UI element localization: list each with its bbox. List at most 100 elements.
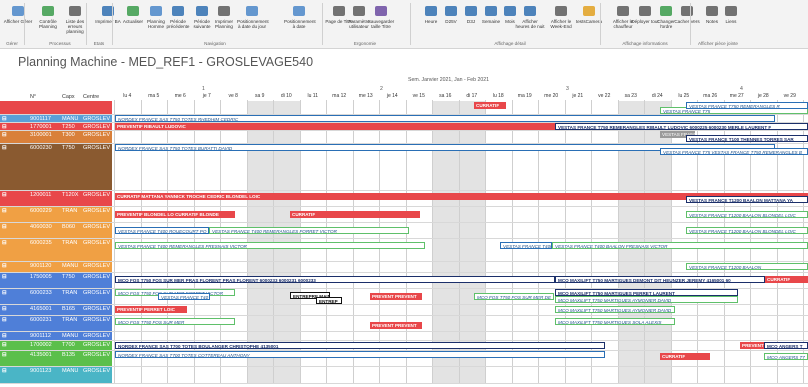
planning-bar[interactable]: MCO MAXILIFT T750 MARTIGUES AYMONIER DAV…: [555, 296, 738, 303]
expand-toggle-icon[interactable]: ⊟: [2, 306, 7, 312]
resource-center: GROSLEV: [83, 306, 111, 312]
planning-bar[interactable]: MCO FOS T750 FOS SUR MER PRAS FLORENT PR…: [115, 276, 555, 283]
resource-label[interactable]: ⊟ 4165001 B165 GROSLEV: [0, 305, 112, 315]
resource-label[interactable]: ⊟ 6000229 TRAN GROSLEV: [0, 207, 112, 222]
resource-label[interactable]: ⊟ 9001120 MANU GROSLEV: [0, 262, 112, 272]
resource-label[interactable]: ⊟ 9001117 MANU GROSLEV: [0, 115, 112, 122]
planning-bar[interactable]: VESTAS FRANCE T1200 BAALON BLONDEL LOIC: [686, 227, 808, 234]
planning-bar[interactable]: PREVENT PREVENT: [370, 322, 422, 329]
planning-bar[interactable]: MCO MAXILIFT T750 MARTIGUES DEMONT DIT H…: [555, 276, 765, 283]
resource-label[interactable]: ⊟ 9001123 MANU GROSLEV: [0, 367, 112, 383]
resource-label[interactable]: ⊟ 6000235 TRAN GROSLEV: [0, 239, 112, 261]
planning-bar[interactable]: NORDEX FRANCE SAS T750 TOTES RHEDHIM CED…: [115, 115, 775, 122]
planning-bar[interactable]: VESTAS FRANCE T40: [158, 293, 210, 300]
expand-toggle-icon[interactable]: ⊟: [2, 317, 7, 323]
planning-bar[interactable]: NORDEX FRANCE SAS T700 TOTES BOULANGER C…: [115, 342, 605, 349]
planning-bar[interactable]: CURRATIF: [290, 211, 420, 218]
hide-icon: [679, 4, 695, 18]
resource-label[interactable]: ⊟ 6000230 T750 GROSLEV: [0, 144, 112, 190]
planning-bar[interactable]: NORDEX FRANCE SAS T700 TOTES COTTEREAU A…: [115, 351, 605, 358]
ribbon-button-0[interactable]: Afficher Gérer: [3, 2, 33, 40]
expand-toggle-icon[interactable]: ⊟: [2, 352, 7, 358]
planning-bar[interactable]: VESTAS FRANCE T400 ROUECOURT PO: [115, 227, 209, 234]
ribbon-button-20[interactable]: Afficher le Week-End: [546, 2, 576, 40]
resource-label[interactable]: ⊟ 1700002 T700 GROSLEV: [0, 341, 112, 350]
planning-bar[interactable]: VESTAS FRANCE T1200 BAALON BLONDEL LOIC: [686, 211, 808, 218]
expand-toggle-icon[interactable]: ⊟: [2, 145, 7, 151]
planning-bar[interactable]: VESTAS FRANCE T400 REMER: [500, 242, 552, 249]
day-header: ve 22: [598, 93, 611, 99]
expand-toggle-icon[interactable]: ⊟: [2, 274, 7, 280]
expand-toggle-icon[interactable]: ⊟: [2, 208, 7, 214]
resource-label[interactable]: ⊟ 4135001 B135 GROSLEV: [0, 351, 112, 366]
resource-center: GROSLEV: [83, 290, 111, 296]
resource-label[interactable]: ⊟ 1750005 T750 GROSLEV: [0, 273, 112, 288]
resource-center: GROSLEV: [83, 274, 111, 280]
resource-label[interactable]: ⊟ 3100001 T300 GROSLEV: [0, 131, 112, 143]
ribbon-button-1[interactable]: Contrôle Planning: [33, 2, 63, 40]
expand-toggle-icon[interactable]: ⊟: [2, 192, 7, 198]
day-header: ve 8: [228, 93, 238, 99]
planning-bar[interactable]: ENTREP: [316, 297, 342, 304]
planning-bar[interactable]: MCO FOS T750 FOS SUR MER DE: [474, 293, 554, 300]
planning-bar[interactable]: VESTAS FRANCE T400 REMERANGLES FORRET VI…: [209, 227, 409, 234]
day-header: ma 26: [703, 93, 718, 99]
resource-label[interactable]: ⊟ 1200011 T120X GROSLEV: [0, 191, 112, 206]
expand-toggle-icon[interactable]: ⊟: [2, 224, 7, 230]
planning-bar[interactable]: MCO MAXILIFT T750 MARTIGUES PERRET LAURE…: [555, 289, 738, 296]
planning-bar[interactable]: MCO ANGERS T7: [764, 353, 808, 360]
ribbon-button-27[interactable]: Liens: [716, 2, 746, 40]
planning-bar[interactable]: CURRATIF: [660, 353, 710, 360]
expand-toggle-icon[interactable]: ⊟: [2, 263, 7, 269]
resource-capacity: T750: [62, 145, 75, 151]
planning-bar[interactable]: MCO MAXILIFT T750 MARTIGUES SOLA ALEXIS: [555, 318, 675, 325]
expand-toggle-icon[interactable]: ⊟: [2, 240, 7, 246]
expand-toggle-icon[interactable]: ⊟: [2, 124, 7, 130]
expand-toggle-icon[interactable]: ⊟: [2, 290, 7, 296]
planning-bar[interactable]: VESTAS FRANCE T750 REMERANGLES RIBAULT L…: [555, 123, 808, 130]
resource-center: GROSLEV: [83, 368, 111, 374]
ribbon-button-13[interactable]: Sauvegarder taille Titre: [366, 2, 396, 40]
ribbon-button-9[interactable]: Positionnement à date du jour: [237, 2, 269, 40]
planning-bar[interactable]: VESTAS FRANCE T1200 BAALON MATTANA YA: [686, 196, 808, 203]
ribbon-separator: [690, 3, 691, 45]
expand-toggle-icon[interactable]: ⊟: [2, 333, 7, 339]
resource-label[interactable]: ⊟ 6000233 TRAN GROSLEV: [0, 289, 112, 304]
expand-toggle-icon[interactable]: ⊟: [2, 368, 7, 374]
resource-number: 6000233: [30, 290, 52, 296]
planning-bar[interactable]: MCO ANGERS T: [764, 342, 808, 349]
resource-label[interactable]: ⊟ 9001112 MANU GROSLEV: [0, 332, 112, 340]
resource-label[interactable]: ⊟ 6000231 TRAN GROSLEV: [0, 316, 112, 331]
planning-bar[interactable]: PREVENTIF PERRET LOIC: [115, 306, 187, 313]
resource-label[interactable]: ⊟ 4060030 B060 GROSLEV: [0, 223, 112, 238]
planning-bar[interactable]: PREVENTIF BLONDEL LO CURRATIF BLONDE: [115, 211, 235, 218]
expand-toggle-icon[interactable]: ⊟: [2, 116, 7, 122]
planning-bar[interactable]: VESTAS FRANCE T400 REMERANGLES FRESNAIS …: [115, 242, 425, 249]
planning-bar[interactable]: VESTAS FRANCE T400 BAALON FRESNAIS VICTO…: [552, 242, 808, 249]
resource-label[interactable]: [0, 101, 112, 114]
planning-bar[interactable]: MCO FOS T750 FOS SUR MER: [115, 318, 235, 325]
ribbon-button-10[interactable]: Positionnement à date: [284, 2, 316, 40]
resource-capacity: T120X: [62, 192, 79, 198]
resource-number: 9001117: [30, 116, 51, 122]
resource-center: GROSLEV: [83, 124, 111, 130]
expand-toggle-icon[interactable]: ⊟: [2, 342, 7, 348]
planning-bar[interactable]: PREVENT PREVENT: [370, 293, 422, 300]
planning-bar[interactable]: CURRATIF: [765, 276, 808, 283]
ribbon-button-19[interactable]: Afficher heures de nuit: [515, 2, 545, 40]
ribbon-button-8[interactable]: Imprimer Planning: [209, 2, 239, 40]
expand-toggle-icon[interactable]: ⊟: [2, 132, 7, 138]
planning-bar[interactable]: CURRATIF: [474, 102, 506, 109]
ribbon-button-label: Imprimer Planning: [214, 19, 234, 29]
day-header: je 7: [202, 93, 211, 99]
planning-bar[interactable]: VESTAS FRANCE T750 REMERANGLES R: [686, 102, 808, 109]
planning-bar[interactable]: PREVENTIF RIBAULT LUDOVIC: [115, 123, 555, 130]
planning-bar[interactable]: VESTAS FRANCE T100 THENNES TORRES SAR: [686, 135, 808, 142]
planning-bar[interactable]: MCO MAXILIFT T750 MARTIGUES AYMONIER DAV…: [555, 306, 675, 313]
planning-bar[interactable]: VESTAS FRANCE T1200 BAALON: [686, 263, 808, 270]
planning-bar[interactable]: VESTAS FRANCE T75 VESTAS FRANCE T750 REM…: [660, 148, 808, 155]
resource-number: 6000230: [30, 145, 52, 151]
day-header: lu 25: [678, 93, 690, 99]
resource-label[interactable]: ⊟ 1770001 T250 GROSLEV: [0, 123, 112, 130]
print-icon: [100, 4, 116, 18]
